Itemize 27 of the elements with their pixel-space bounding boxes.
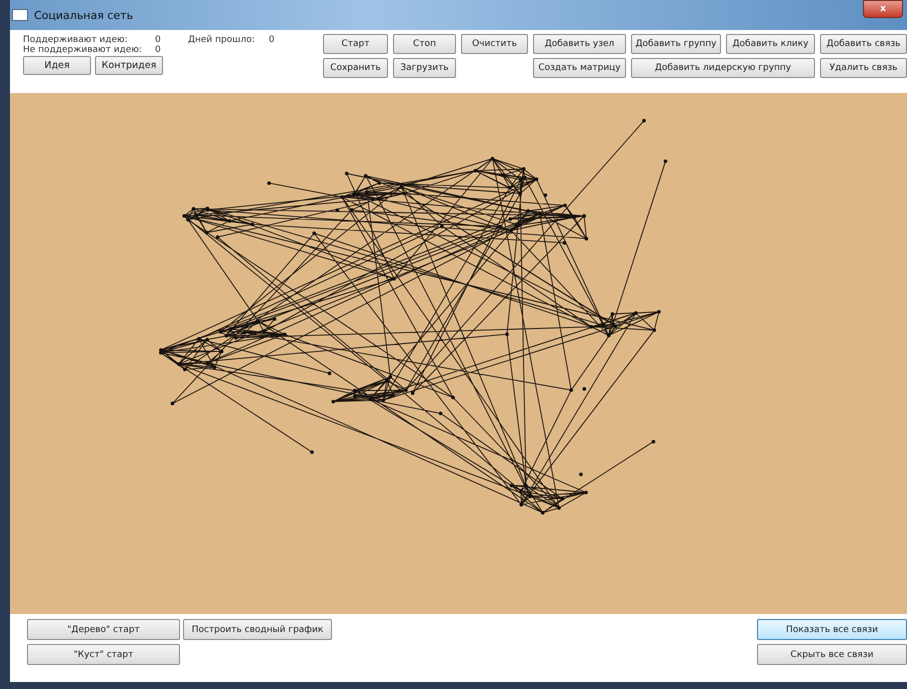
toolbar-button[interactable]: Добавить узел <box>533 34 626 54</box>
toolbar-button[interactable]: Очистить <box>461 34 528 54</box>
window-title: Социальная сеть <box>34 8 134 22</box>
toolbar-button[interactable]: Добавить связь <box>820 34 907 54</box>
toolbar-button[interactable]: Создать матрицу <box>533 58 626 78</box>
links-button[interactable]: Скрыть все связи <box>757 644 907 665</box>
idea-button[interactable]: Идея <box>23 56 91 75</box>
days-label: Дней прошло: <box>188 35 255 47</box>
idea-button[interactable]: Контридея <box>95 56 163 75</box>
toolbar-button[interactable]: Загрузить <box>393 58 456 78</box>
toolbar-button[interactable]: Сохранить <box>323 58 388 78</box>
toolbar-button[interactable]: Удалить связь <box>820 58 907 78</box>
days-value: 0 <box>268 35 274 47</box>
chart-button[interactable]: Построить сводный график <box>183 619 332 640</box>
toolbar-button[interactable]: Стоп <box>393 34 456 54</box>
toolbar-button[interactable]: Старт <box>323 34 388 54</box>
start-button[interactable]: "Куст" старт <box>27 644 180 665</box>
toolbar-button[interactable]: Добавить лидерскую группу <box>631 58 815 78</box>
links-button[interactable]: Показать все связи <box>757 619 907 640</box>
stat-label: Поддерживают идею: <box>23 35 129 45</box>
toolbar-button[interactable]: Добавить клику <box>726 34 815 54</box>
start-button[interactable]: "Дерево" старт <box>27 619 180 640</box>
stat-label: Не поддерживают идею: <box>23 45 143 55</box>
stat-value: 0 <box>155 45 162 55</box>
toolbar-button[interactable]: Добавить группу <box>631 34 721 54</box>
stat-value: 0 <box>155 35 162 45</box>
app-icon <box>12 9 28 21</box>
